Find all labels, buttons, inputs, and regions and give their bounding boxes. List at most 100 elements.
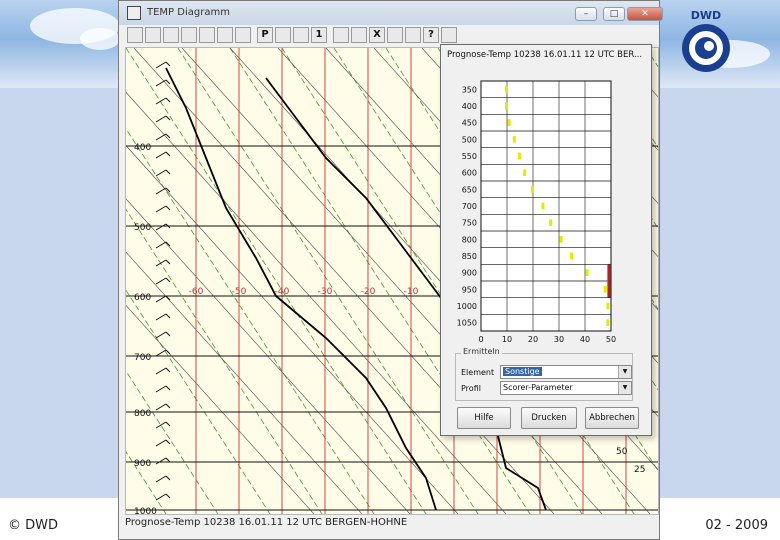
list-icon[interactable]: [199, 27, 215, 43]
grid-icon[interactable]: [217, 27, 233, 43]
wind-barb: [165, 385, 171, 391]
forecast-temp-dialog: Prognose-Temp 10238 16.01.11 12 UTC BER.…: [440, 44, 652, 436]
app-icon: [127, 6, 141, 20]
chevron-down-icon[interactable]: ▼: [618, 382, 631, 394]
data-point: [512, 136, 516, 143]
doc-icon[interactable]: [293, 27, 309, 43]
wind-barb: [165, 205, 171, 211]
data-point: [603, 286, 607, 293]
x-tick-label: 0: [478, 335, 483, 344]
wind-barb: [155, 457, 167, 465]
pressure-label: 700: [134, 353, 151, 363]
wind-barb: [155, 277, 167, 285]
wind-barb: [165, 439, 171, 445]
data-point: [541, 202, 545, 210]
category-label: 700: [462, 202, 477, 211]
category-label: 400: [462, 102, 477, 111]
element-select[interactable]: Sonstige ▼: [500, 365, 632, 379]
p-icon[interactable]: P: [257, 27, 273, 43]
moist-adiabat-line: [177, 48, 479, 514]
category-label: 350: [462, 85, 477, 94]
moist-adiabat-line: [126, 48, 427, 514]
wind-barb: [165, 331, 171, 337]
right-axis-label: 50: [616, 447, 628, 457]
hilfe-button[interactable]: Hilfe: [457, 407, 511, 429]
x-tick-label: 20: [528, 335, 538, 344]
minimize-button[interactable]: –: [575, 7, 597, 21]
print-icon[interactable]: [405, 27, 421, 43]
pressure-label: 500: [134, 223, 151, 233]
wind-barb: [155, 79, 167, 87]
dry-adiabat-line: [126, 304, 315, 514]
box2-icon[interactable]: [351, 27, 367, 43]
abbrechen-button[interactable]: Abbrechen: [585, 407, 639, 429]
chevron-down-icon[interactable]: ▼: [618, 366, 631, 378]
close-x-icon[interactable]: X: [369, 27, 385, 43]
element-label: Element: [461, 368, 495, 377]
drucken-button[interactable]: Drucken: [521, 407, 577, 429]
wind-barb: [155, 241, 167, 249]
wind-barb: [155, 493, 167, 501]
data-point: [523, 169, 527, 176]
edit-icon[interactable]: [181, 27, 197, 43]
box-icon[interactable]: [333, 27, 349, 43]
footer-copyright: © DWD: [8, 518, 59, 533]
wind-barb: [155, 133, 167, 141]
data-point: [507, 119, 511, 126]
data-point: [549, 219, 553, 226]
export-icon[interactable]: [145, 27, 161, 43]
dry-adiabat-line: [126, 145, 459, 514]
x-tick-label: 40: [580, 335, 590, 344]
data-point: [518, 152, 521, 160]
temperature-label: -30: [318, 287, 333, 297]
wind-barb: [165, 259, 171, 265]
window-title: TEMP Diagramm: [147, 7, 230, 18]
wind-barb: [155, 331, 167, 339]
x-tick-label: 30: [554, 335, 564, 344]
help-icon[interactable]: ?: [423, 27, 439, 43]
one-icon[interactable]: 1: [311, 27, 327, 43]
close-button[interactable]: ✕: [627, 7, 663, 21]
category-label: 950: [462, 285, 477, 294]
wind-barb: [165, 313, 171, 319]
profil-select-value: Scorer-Parameter: [503, 383, 573, 392]
x-tick-label: 10: [502, 335, 512, 344]
data-point: [531, 186, 534, 193]
pressure-label: 1000: [134, 507, 157, 514]
category-label: 900: [462, 269, 477, 278]
wind-barb: [165, 421, 171, 427]
window-titlebar[interactable]: TEMP Diagramm – □ ✕: [119, 1, 663, 25]
chart-icon[interactable]: [275, 27, 291, 43]
data-point: [585, 269, 589, 276]
data-point: [606, 319, 610, 326]
wind-barb: [155, 367, 167, 375]
category-label: 550: [462, 152, 477, 161]
plot-area: [480, 80, 612, 332]
save-icon[interactable]: [387, 27, 403, 43]
wind-barb: [165, 61, 171, 67]
wind-barb: [165, 403, 171, 409]
profil-select[interactable]: Scorer-Parameter ▼: [500, 381, 632, 395]
svg-text:DWD: DWD: [691, 9, 721, 22]
groupbox-label: Ermitteln: [461, 347, 502, 356]
wind-barb: [165, 457, 171, 463]
open-icon[interactable]: [127, 27, 143, 43]
wind-barb: [165, 277, 171, 283]
temperature-label: -20: [361, 287, 376, 297]
data-point: [505, 102, 508, 110]
highlight-marker: [607, 264, 611, 298]
wind-barb: [165, 475, 171, 481]
wind-barb: [165, 79, 171, 85]
pressure-label: 800: [134, 409, 151, 419]
table-icon[interactable]: [235, 27, 251, 43]
maximize-button[interactable]: □: [603, 7, 625, 21]
category-label: 450: [462, 119, 477, 128]
wind-icon[interactable]: [163, 27, 179, 43]
right-axis-label: 25: [634, 465, 645, 475]
data-point: [559, 236, 563, 243]
category-label: 800: [462, 235, 477, 244]
wind-barb: [165, 115, 171, 121]
wind-barb: [155, 61, 167, 69]
info-icon[interactable]: [441, 27, 457, 43]
data-point: [505, 86, 508, 93]
